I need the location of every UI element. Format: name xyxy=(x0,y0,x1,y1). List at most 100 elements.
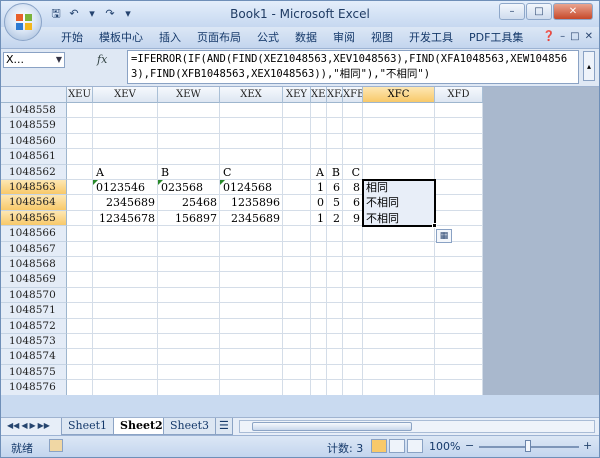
last-sheet-icon[interactable]: ▶▶ xyxy=(38,421,50,430)
row-header[interactable]: 1048564 xyxy=(1,195,67,211)
maximize-button[interactable]: □ xyxy=(526,3,552,20)
row-header[interactable]: 1048558 xyxy=(1,103,67,119)
cell[interactable]: 25468 xyxy=(158,195,220,210)
cell[interactable]: A xyxy=(93,165,158,180)
scrollbar-thumb[interactable] xyxy=(252,422,412,431)
ribbon-tab-0[interactable]: 开始 xyxy=(53,31,91,45)
worksheet-grid[interactable]: XEUXEVXEWXEXXEYXEZXFAXFBXFCXFD1048558104… xyxy=(1,87,483,395)
name-box[interactable]: X... ▼ xyxy=(3,52,65,68)
error-indicator-icon[interactable] xyxy=(220,180,225,185)
cell[interactable]: 9 xyxy=(343,211,363,226)
column-header[interactable]: XEZ xyxy=(311,87,327,103)
help-icon[interactable]: ❓ xyxy=(543,31,555,42)
row-header[interactable]: 1048568 xyxy=(1,257,67,273)
cell[interactable]: B xyxy=(327,165,343,180)
row-header[interactable]: 1048574 xyxy=(1,349,67,365)
column-header[interactable]: XEY xyxy=(283,87,311,103)
cell[interactable]: 156897 xyxy=(158,211,220,226)
cell[interactable]: 1 xyxy=(311,211,327,226)
cell[interactable]: C xyxy=(220,165,283,180)
first-sheet-icon[interactable]: ◀◀ xyxy=(7,421,19,430)
horizontal-scrollbar[interactable] xyxy=(239,420,595,433)
fill-handle[interactable] xyxy=(432,223,437,229)
cell[interactable]: 12345678 xyxy=(93,211,158,226)
normal-view-button[interactable] xyxy=(371,439,387,453)
ribbon-tab-3[interactable]: 页面布局 xyxy=(189,31,249,45)
error-indicator-icon[interactable] xyxy=(93,180,98,185)
column-header[interactable]: XFC xyxy=(363,87,435,103)
cell[interactable]: 8 xyxy=(343,180,363,195)
ribbon-tab-1[interactable]: 模板中心 xyxy=(91,31,151,45)
ribbon-tab-6[interactable]: 审阅 xyxy=(325,31,363,45)
zoom-out-button[interactable]: − xyxy=(465,439,474,452)
cell[interactable]: 5 xyxy=(327,195,343,210)
row-header[interactable]: 1048569 xyxy=(1,272,67,288)
page-layout-view-button[interactable] xyxy=(389,439,405,453)
ribbon-tab-5[interactable]: 数据 xyxy=(287,31,325,45)
row-header[interactable]: 1048567 xyxy=(1,241,67,257)
row-header[interactable]: 1048573 xyxy=(1,334,67,350)
sheet-tab[interactable]: Sheet2 xyxy=(113,418,170,435)
cell[interactable]: 0 xyxy=(311,195,327,210)
expand-formula-bar-button[interactable]: ▴ xyxy=(583,51,595,81)
column-header[interactable]: XEV xyxy=(93,87,158,103)
page-break-view-button[interactable] xyxy=(407,439,423,453)
cell[interactable]: 0123546 xyxy=(93,180,158,195)
cell[interactable]: 1235896 xyxy=(220,195,283,210)
sheet-tab[interactable]: Sheet3 xyxy=(163,418,217,435)
restore-workbook-button[interactable]: □ xyxy=(570,31,579,42)
row-header[interactable]: 1048572 xyxy=(1,318,67,334)
column-header[interactable]: XFD xyxy=(435,87,483,103)
minimize-workbook-button[interactable]: – xyxy=(560,31,565,42)
cell[interactable]: 6 xyxy=(343,195,363,210)
cell[interactable]: 2345689 xyxy=(220,211,283,226)
cell[interactable]: 2345689 xyxy=(93,195,158,210)
zoom-slider-thumb[interactable] xyxy=(525,440,531,452)
prev-sheet-icon[interactable]: ◀ xyxy=(21,421,27,430)
column-header[interactable]: XEU xyxy=(67,87,93,103)
ribbon-tab-9[interactable]: PDF工具集 xyxy=(461,31,531,45)
column-header[interactable]: XEX xyxy=(220,87,283,103)
cell[interactable]: 2 xyxy=(327,211,343,226)
insert-sheet-icon[interactable]: ☰ xyxy=(215,418,233,435)
close-button[interactable]: ✕ xyxy=(553,3,593,20)
row-header[interactable]: 1048561 xyxy=(1,149,67,165)
formula-input[interactable]: =IFERROR(IF(AND(FIND(XEZ1048563,XEV10485… xyxy=(127,50,579,84)
row-header[interactable]: 1048570 xyxy=(1,287,67,304)
row-header[interactable]: 1048560 xyxy=(1,133,67,150)
row-header[interactable]: 1048571 xyxy=(1,303,67,319)
paste-options-icon[interactable]: ▦ xyxy=(436,229,452,244)
cell[interactable]: A xyxy=(311,165,327,180)
column-header[interactable]: XFA xyxy=(327,87,343,103)
cell[interactable]: 6 xyxy=(327,180,343,195)
ribbon-tab-7[interactable]: 视图 xyxy=(363,31,401,45)
office-button[interactable] xyxy=(4,3,42,41)
chevron-down-icon[interactable]: ▼ xyxy=(56,53,62,67)
row-header[interactable]: 1048566 xyxy=(1,226,67,242)
sheet-tab[interactable]: Sheet1 xyxy=(61,418,115,435)
macro-record-icon[interactable] xyxy=(49,439,63,452)
row-header[interactable]: 1048559 xyxy=(1,118,67,134)
cell[interactable]: 1 xyxy=(311,180,327,195)
row-header[interactable]: 1048563 xyxy=(1,180,67,196)
cell[interactable]: B xyxy=(158,165,220,180)
error-indicator-icon[interactable] xyxy=(158,180,163,185)
zoom-level[interactable]: 100% xyxy=(429,440,460,453)
column-header[interactable]: XFB xyxy=(343,87,363,103)
close-workbook-button[interactable]: ✕ xyxy=(585,31,593,42)
next-sheet-icon[interactable]: ▶ xyxy=(29,421,35,430)
column-header[interactable]: XEW xyxy=(158,87,220,103)
insert-function-button[interactable]: fx xyxy=(97,53,107,66)
minimize-button[interactable]: – xyxy=(499,3,525,20)
ribbon-tab-2[interactable]: 插入 xyxy=(151,31,189,45)
select-all-corner[interactable] xyxy=(1,87,67,103)
cell[interactable]: 023568 xyxy=(158,180,220,195)
row-header[interactable]: 1048575 xyxy=(1,364,67,381)
ribbon-tab-4[interactable]: 公式 xyxy=(249,31,287,45)
cell[interactable]: C xyxy=(343,165,363,180)
row-header[interactable]: 1048565 xyxy=(1,210,67,227)
row-header[interactable]: 1048562 xyxy=(1,164,67,180)
zoom-in-button[interactable]: + xyxy=(583,439,592,452)
cell[interactable]: 0124568 xyxy=(220,180,283,195)
row-header[interactable]: 1048576 xyxy=(1,380,67,395)
